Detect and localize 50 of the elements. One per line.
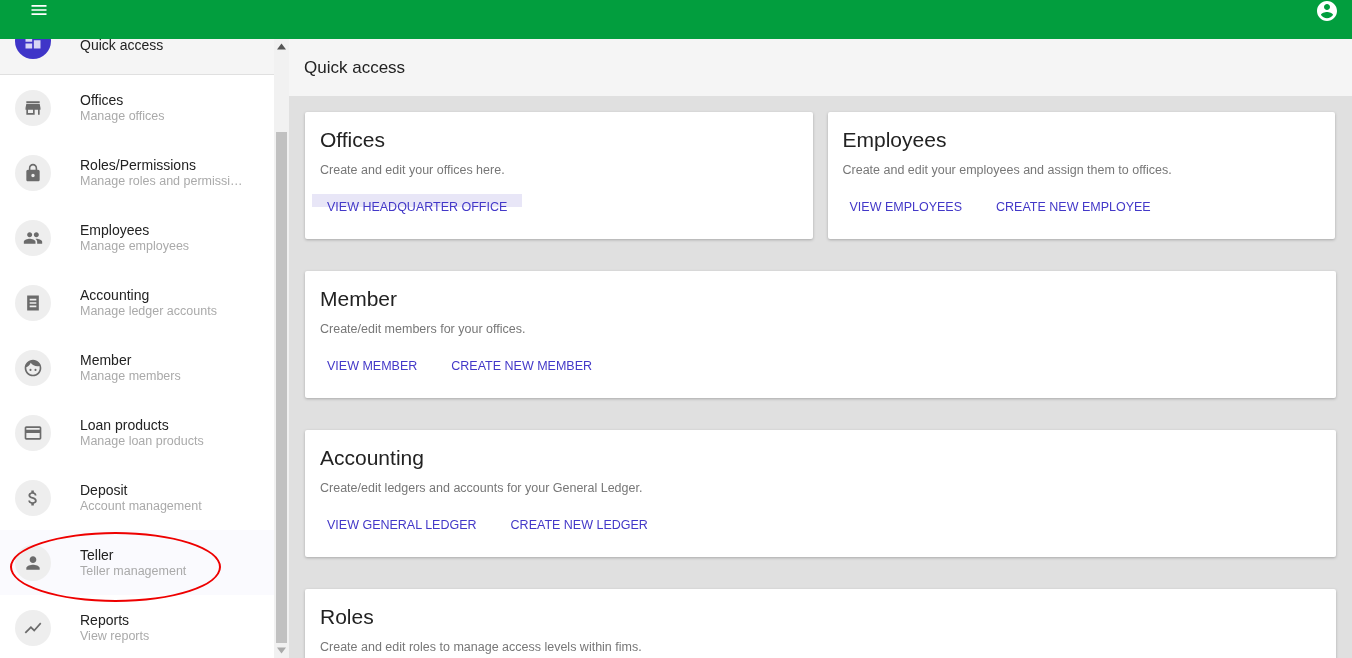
card-description: Create and edit your offices here. bbox=[320, 163, 506, 177]
nav-item-subtitle: Teller management bbox=[80, 564, 187, 578]
nav-item[interactable]: Teller Teller management bbox=[0, 530, 274, 595]
scrollbar[interactable] bbox=[274, 39, 289, 658]
nav-item[interactable]: Member Manage members bbox=[0, 335, 274, 400]
card-title: Accounting bbox=[320, 446, 425, 470]
page-title: Quick access bbox=[289, 39, 1352, 96]
nav-item-title: Teller bbox=[80, 547, 115, 563]
nav-item-title: Employees bbox=[80, 222, 151, 238]
nav-item[interactable]: Accounting Manage ledger accounts bbox=[0, 270, 274, 335]
lock-icon bbox=[23, 162, 43, 183]
card-title: Member bbox=[320, 287, 399, 311]
action-button[interactable]: CREATE NEW LEDGER bbox=[495, 512, 663, 538]
card-description: Create and edit your employees and assign them to offices. bbox=[842, 163, 1173, 177]
card-title: Employees bbox=[842, 128, 948, 152]
nav-item[interactable]: Employees Manage employees bbox=[0, 205, 274, 270]
nav-item-title: Deposit bbox=[80, 482, 129, 498]
nav-item-title: Accounting bbox=[80, 287, 151, 303]
action-button[interactable]: CREATE NEW EMPLOYEE bbox=[981, 194, 1166, 220]
nav-item-title: Member bbox=[80, 352, 133, 368]
nav-item-title: Reports bbox=[80, 612, 131, 628]
nav-item-subtitle: Manage roles and permissi… bbox=[80, 174, 243, 188]
card-description: Create/edit ledgers and accounts for your General Ledger. bbox=[320, 481, 644, 495]
nav-item-subtitle: Account management bbox=[80, 499, 202, 513]
nav-item[interactable]: Roles/Permissions Manage roles and permissi… bbox=[0, 140, 274, 205]
nav-item[interactable]: Loan products Manage loan products bbox=[0, 400, 274, 465]
nav-item[interactable]: Offices Manage offices bbox=[0, 75, 274, 140]
nav-item-title: Roles/Permissions bbox=[80, 157, 197, 173]
nav-item-subtitle: Manage ledger accounts bbox=[80, 304, 217, 318]
card-description: Create/edit members for your offices. bbox=[320, 322, 527, 336]
action-button[interactable]: CREATE NEW MEMBER bbox=[436, 353, 608, 379]
nav-item-subtitle: View reports bbox=[80, 629, 150, 643]
nav-item-title: Loan products bbox=[80, 417, 170, 433]
card-description: Create and edit roles to manage access levels within fims. bbox=[320, 640, 643, 654]
nav-item-subtitle: Manage loan products bbox=[80, 434, 204, 448]
card-title: Offices bbox=[320, 128, 386, 152]
nav-item-subtitle: Manage offices bbox=[80, 109, 165, 123]
nav-item[interactable]: Deposit Account management bbox=[0, 465, 274, 530]
nav-item[interactable]: Reports View reports bbox=[0, 595, 274, 658]
action-button[interactable]: VIEW MEMBER bbox=[312, 353, 433, 379]
account-icon[interactable] bbox=[1315, 0, 1339, 23]
action-button[interactable]: VIEW EMPLOYEES bbox=[834, 194, 978, 220]
nav-item-subtitle: Manage members bbox=[80, 369, 181, 383]
action-button[interactable]: VIEW GENERAL LEDGER bbox=[312, 512, 492, 538]
nav-item-subtitle: Manage employees bbox=[80, 239, 190, 253]
nav-item[interactable]: Quick access bbox=[0, 39, 274, 75]
nav-item-title: Offices bbox=[80, 92, 125, 108]
nav-item-title: Quick access bbox=[80, 39, 164, 53]
face-icon bbox=[23, 357, 43, 378]
card-title: Roles bbox=[320, 605, 375, 629]
